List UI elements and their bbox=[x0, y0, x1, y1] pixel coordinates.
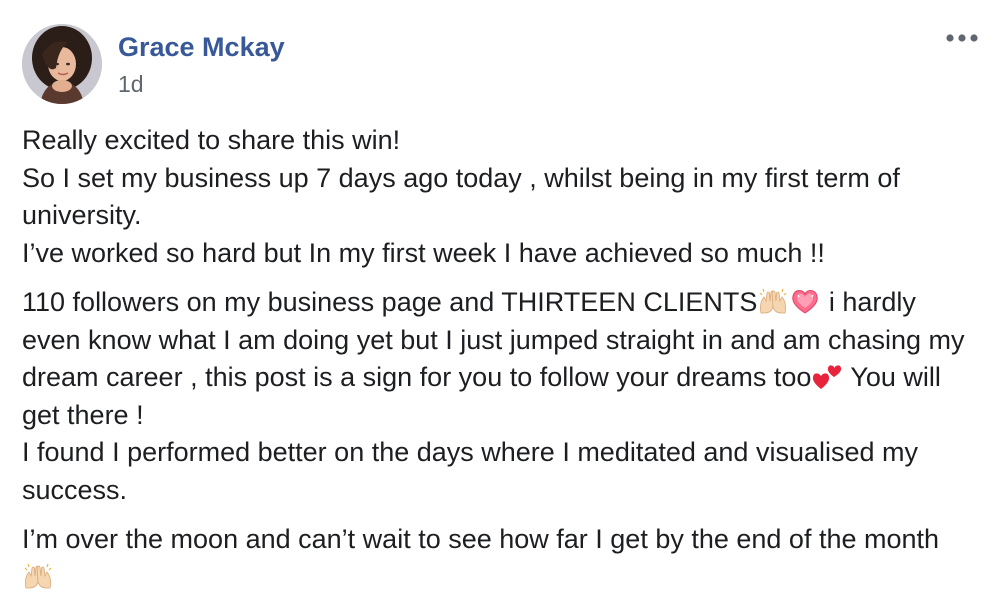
post-text-segment: 110 followers on my business page and TH… bbox=[22, 287, 758, 317]
avatar-photo bbox=[22, 24, 102, 104]
raising-hands-emoji bbox=[24, 563, 52, 588]
post-line: Really excited to share this win! bbox=[22, 125, 401, 155]
facebook-post: Grace Mckay 1d Really excited to share t… bbox=[0, 0, 994, 606]
post-meta: Grace Mckay 1d bbox=[118, 30, 285, 98]
post-line: So I set my business up 7 days ago today… bbox=[22, 162, 900, 231]
post-paragraph-3: I’m over the moon and can’t wait to see … bbox=[22, 521, 977, 596]
author-name[interactable]: Grace Mckay bbox=[118, 30, 285, 64]
post-text-segment: I’m over the moon and can’t wait to see … bbox=[22, 524, 940, 554]
heart-exclamation-emoji bbox=[813, 365, 842, 389]
sparkling-heart-emoji bbox=[792, 290, 819, 314]
post-timestamp[interactable]: 1d bbox=[118, 70, 285, 98]
post-paragraph-2: 110 followers on my business page and TH… bbox=[22, 284, 977, 509]
avatar[interactable] bbox=[22, 24, 102, 104]
post-line: I’ve worked so hard but In my first week… bbox=[22, 237, 825, 268]
more-horizontal-icon bbox=[946, 34, 978, 42]
more-options-button[interactable] bbox=[944, 26, 980, 50]
post-paragraph-1: Really excited to share this win! So I s… bbox=[22, 122, 977, 272]
post-line: I found I performed better on the days w… bbox=[22, 437, 918, 505]
post-body: Really excited to share this win! So I s… bbox=[22, 122, 977, 606]
raising-hands-emoji bbox=[759, 288, 787, 314]
post-header: Grace Mckay 1d bbox=[22, 24, 285, 104]
